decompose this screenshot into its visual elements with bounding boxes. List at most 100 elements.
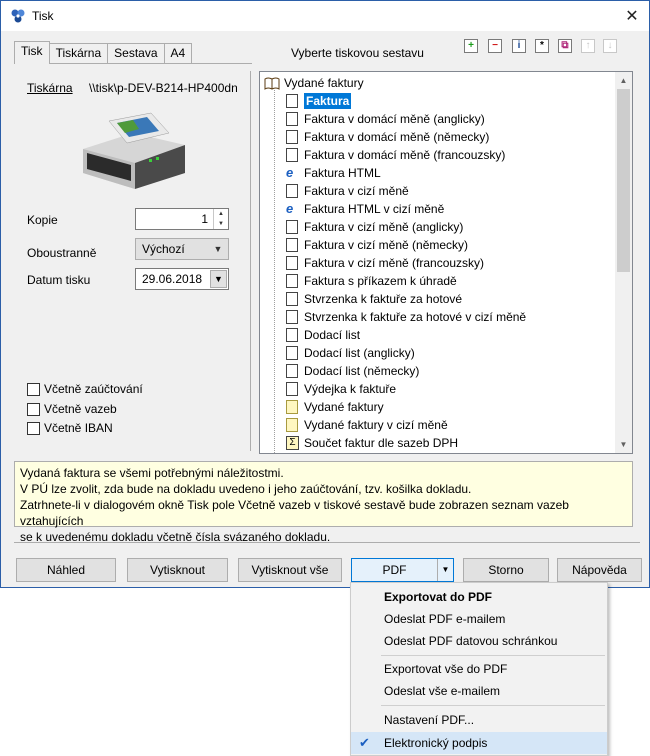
tree-item-label: Faktura v domácí měně (francouzsky) <box>304 148 506 162</box>
button-divider <box>14 542 640 543</box>
date-label: Datum tisku <box>27 273 91 287</box>
document-icon <box>286 148 298 162</box>
print-all-button[interactable]: Vytisknout vše <box>238 558 342 582</box>
print-button[interactable]: Vytisknout <box>127 558 228 582</box>
tree-item[interactable]: Výdejka k faktuře <box>286 380 396 398</box>
tree-item[interactable]: Dodací list <box>286 326 360 344</box>
menu-separator <box>381 655 605 656</box>
panel-divider <box>250 71 251 451</box>
print-dialog: Tisk ✕ Tisk Tiskárna Sestava A4 Vyberte … <box>0 0 650 588</box>
copy-report-icon[interactable]: ⧉ <box>558 39 572 53</box>
remove-report-icon[interactable]: − <box>488 39 502 53</box>
checkbox-iban[interactable]: Včetně IBAN <box>27 421 113 435</box>
scroll-down-icon[interactable]: ▼ <box>615 436 632 453</box>
tree-item[interactable]: Faktura v cizí měně (německy) <box>286 236 468 254</box>
pdf-dropdown-icon[interactable]: ▼ <box>437 559 453 581</box>
tree-root[interactable]: Vydané faktury <box>264 74 364 92</box>
tab-bar: Tisk Tiskárna Sestava A4 <box>14 41 193 64</box>
document-icon <box>286 346 298 360</box>
tab-print[interactable]: Tisk <box>14 41 50 64</box>
document-icon <box>286 382 298 396</box>
tree-item[interactable]: Faktura s příkazem k úhradě <box>286 272 457 290</box>
tree-item-label: Vydané faktury v cizí měně <box>304 418 448 432</box>
app-icon <box>11 9 25 23</box>
checkbox-box[interactable] <box>27 421 40 435</box>
tree-item[interactable]: Stvrzenka k faktuře za hotové v cizí měn… <box>286 308 526 326</box>
tree-scrollbar[interactable]: ▲ ▼ <box>615 72 632 453</box>
checkbox-label: Včetně IBAN <box>44 421 113 435</box>
stepper-down-icon[interactable]: ▼ <box>214 219 228 229</box>
move-up-icon[interactable]: ↑ <box>581 39 595 53</box>
tree-item[interactable]: e Faktura HTML <box>286 164 381 182</box>
tab-report[interactable]: Sestava <box>107 43 165 64</box>
window-title: Tisk <box>32 9 54 23</box>
scroll-thumb[interactable] <box>617 89 630 272</box>
menu-send-all-email[interactable]: Odeslat vše e-mailem <box>351 680 607 702</box>
tree-item[interactable]: Stvrzenka k faktuře za hotové <box>286 290 462 308</box>
document-icon <box>286 112 298 126</box>
checkbox-accounting[interactable]: Včetně zaúčtování <box>27 382 143 396</box>
tree-item-label: Dodací list (německy) <box>304 364 420 378</box>
tab-printer[interactable]: Tiskárna <box>48 43 109 64</box>
title-bar: Tisk ✕ <box>1 1 649 31</box>
info-icon[interactable]: i <box>512 39 526 53</box>
menu-pdf-settings[interactable]: Nastavení PDF... <box>351 709 607 731</box>
checkbox-links[interactable]: Včetně vazeb <box>27 402 117 416</box>
move-down-icon[interactable]: ↓ <box>603 39 617 53</box>
tree-item-label: Faktura v cizí měně (francouzsky) <box>304 256 485 270</box>
tree-item[interactable]: Dodací list (anglicky) <box>286 344 415 362</box>
tree-item-label: Faktura HTML v cizí měně <box>304 202 445 216</box>
document-icon <box>286 310 298 324</box>
calendar-dropdown-icon[interactable]: ▼ <box>210 270 227 288</box>
tree-item[interactable]: e Faktura HTML v cizí měně <box>286 200 444 218</box>
preview-button[interactable]: Náhled <box>16 558 116 582</box>
tree-item[interactable]: Faktura v cizí měně (anglicky) <box>286 218 463 236</box>
checkbox-label: Včetně vazeb <box>44 402 117 416</box>
document-yellow-icon <box>286 400 298 414</box>
pdf-button-label: PDF <box>382 563 407 577</box>
menu-send-databox[interactable]: Odeslat PDF datovou schránkou <box>351 630 607 652</box>
menu-signature[interactable]: ✔ Elektronický podpis <box>351 732 607 754</box>
sigma-icon: Σ <box>286 436 299 450</box>
report-tree[interactable]: Vydané faktury Faktura Faktura v domácí m… <box>259 71 633 454</box>
document-icon <box>286 364 298 378</box>
tree-item[interactable]: Faktura v cizí měně (francouzsky) <box>286 254 484 272</box>
printer-link[interactable]: Tiskárna <box>27 81 73 95</box>
tree-item[interactable]: Σ Součet faktur dle sazeb DPH <box>286 434 458 452</box>
tree-item[interactable]: Faktura v cizí měně <box>286 182 409 200</box>
date-picker[interactable]: 29.06.2018 ▼ <box>135 268 229 290</box>
tree-item-label: Stvrzenka k faktuře za hotové v cizí měn… <box>304 310 527 324</box>
tree-item[interactable]: Dodací list (německy) <box>286 362 419 380</box>
menu-separator <box>381 705 605 706</box>
tree-item[interactable]: Faktura <box>286 92 352 110</box>
stepper-up-icon[interactable]: ▲ <box>214 209 228 219</box>
stepper-buttons: ▲ ▼ <box>213 209 228 229</box>
tree-item-label: Dodací list (anglicky) <box>304 346 415 360</box>
help-button[interactable]: Nápověda <box>557 558 642 582</box>
tree-item-label: Vydané faktury <box>304 400 384 414</box>
add-report-icon[interactable]: + <box>464 39 478 53</box>
tree-item[interactable]: Faktura v domácí měně (německy) <box>286 128 489 146</box>
menu-export-all[interactable]: Exportovat vše do PDF <box>351 658 607 680</box>
pdf-split-button[interactable]: PDF ▼ <box>351 558 454 582</box>
document-icon <box>286 220 298 234</box>
checkbox-box[interactable] <box>27 402 40 416</box>
copies-value: 1 <box>201 212 208 226</box>
tree-item[interactable]: Vydané faktury <box>286 398 384 416</box>
tab-a4[interactable]: A4 <box>163 43 193 64</box>
tree-item[interactable]: Faktura v domácí měně (francouzsky) <box>286 146 505 164</box>
tree-item-label: Faktura v domácí měně (anglicky) <box>304 112 485 126</box>
copies-stepper[interactable]: 1 ▲ ▼ <box>135 208 229 230</box>
tree-item[interactable]: Faktura v domácí měně (anglicky) <box>286 110 485 128</box>
star-icon[interactable]: * <box>535 39 549 53</box>
tree-item-label: Výdejka k faktuře <box>304 382 397 396</box>
checkbox-box[interactable] <box>27 382 40 396</box>
cancel-button[interactable]: Storno <box>463 558 549 582</box>
scroll-up-icon[interactable]: ▲ <box>615 72 632 89</box>
close-icon[interactable]: ✕ <box>619 3 645 29</box>
printer-icon <box>83 112 185 189</box>
menu-export-pdf[interactable]: Exportovat do PDF <box>351 586 607 608</box>
duplex-select[interactable]: Výchozí ▼ <box>135 238 229 260</box>
tree-item[interactable]: Vydané faktury v cizí měně <box>286 416 448 434</box>
menu-send-email[interactable]: Odeslat PDF e-mailem <box>351 608 607 630</box>
